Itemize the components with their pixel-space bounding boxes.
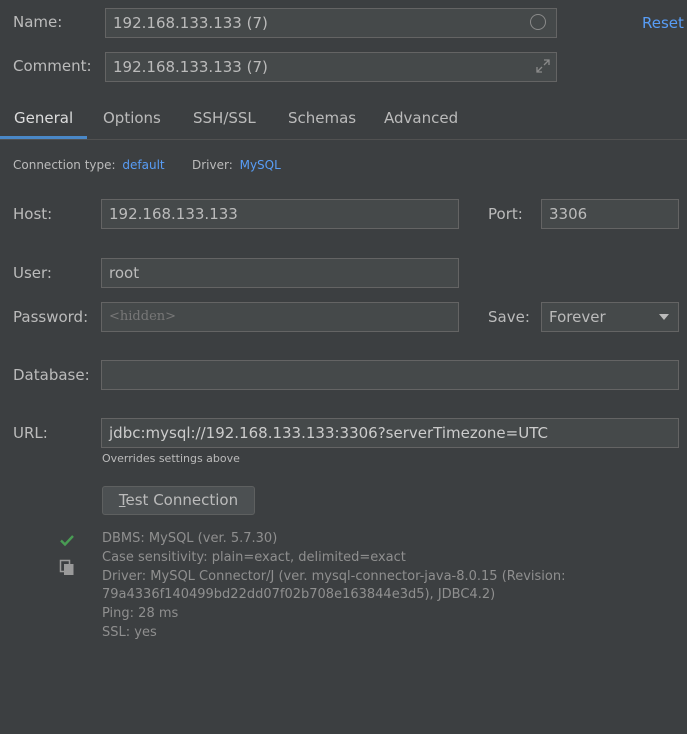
expand-icon[interactable] [535, 58, 551, 74]
port-label: Port: [488, 205, 523, 223]
check-icon [59, 533, 75, 547]
test-connection-mnemonic: T [118, 491, 126, 509]
host-label: Host: [13, 205, 53, 223]
url-value: jdbc:mysql://192.168.133.133:3306?server… [109, 424, 548, 442]
port-value: 3306 [549, 205, 588, 223]
comment-label: Comment: [13, 57, 92, 75]
save-label: Save: [488, 308, 530, 326]
port-input[interactable]: 3306 [541, 199, 679, 229]
name-value: 192.168.133.133 (7) [113, 14, 268, 32]
user-input[interactable]: root [101, 258, 459, 288]
driver-row: Driver: MySQL [192, 157, 281, 173]
tab-ssh-ssl[interactable]: SSH/SSL [193, 108, 256, 128]
test-connection-label: est Connection [125, 491, 239, 509]
host-input[interactable]: 192.168.133.133 [101, 199, 459, 229]
data-source-dialog: { "name": { "label": "Name:", "value": "… [0, 0, 687, 734]
result-line: Case sensitivity: plain=exact, delimited… [102, 550, 406, 565]
connection-type-row: Connection type: default [13, 157, 165, 173]
tab-divider [0, 139, 687, 140]
comment-input[interactable]: 192.168.133.133 (7) [105, 52, 557, 82]
comment-value: 192.168.133.133 (7) [113, 58, 268, 76]
name-label: Name: [13, 13, 63, 31]
result-line: SSL: yes [102, 625, 157, 640]
user-label: User: [13, 264, 52, 282]
copy-icon[interactable] [59, 559, 75, 576]
result-line: Driver: MySQL Connector/J (ver. mysql-co… [102, 569, 566, 584]
url-input[interactable]: jdbc:mysql://192.168.133.133:3306?server… [101, 418, 679, 448]
result-line: Ping: 28 ms [102, 606, 179, 621]
database-label: Database: [13, 366, 90, 384]
url-hint: Overrides settings above [102, 452, 240, 465]
tab-general[interactable]: General [14, 108, 73, 128]
password-input[interactable]: <hidden> [101, 302, 459, 332]
test-connection-button[interactable]: Test Connection [102, 486, 255, 515]
result-line: 79a4336f140499bd22dd07f02b708e163844e3d5… [102, 587, 496, 602]
connection-type-label: Connection type: [13, 158, 116, 172]
password-placeholder: <hidden> [109, 309, 177, 324]
tab-schemas[interactable]: Schemas [288, 108, 356, 128]
driver-label: Driver: [192, 158, 233, 172]
save-value: Forever [549, 308, 606, 326]
circle-icon[interactable] [530, 14, 546, 30]
url-label: URL: [13, 424, 48, 442]
connection-type-link[interactable]: default [122, 158, 164, 172]
host-value: 192.168.133.133 [109, 205, 238, 223]
user-value: root [109, 264, 140, 282]
name-input[interactable]: 192.168.133.133 (7) [105, 8, 557, 38]
tab-options[interactable]: Options [103, 108, 161, 128]
driver-link[interactable]: MySQL [240, 158, 281, 172]
tab-advanced[interactable]: Advanced [384, 108, 458, 128]
password-label: Password: [13, 308, 89, 326]
database-input[interactable] [101, 360, 679, 390]
result-line: DBMS: MySQL (ver. 5.7.30) [102, 531, 278, 546]
triangle-down-icon[interactable] [659, 314, 669, 320]
reset-link[interactable]: Reset [642, 13, 684, 33]
